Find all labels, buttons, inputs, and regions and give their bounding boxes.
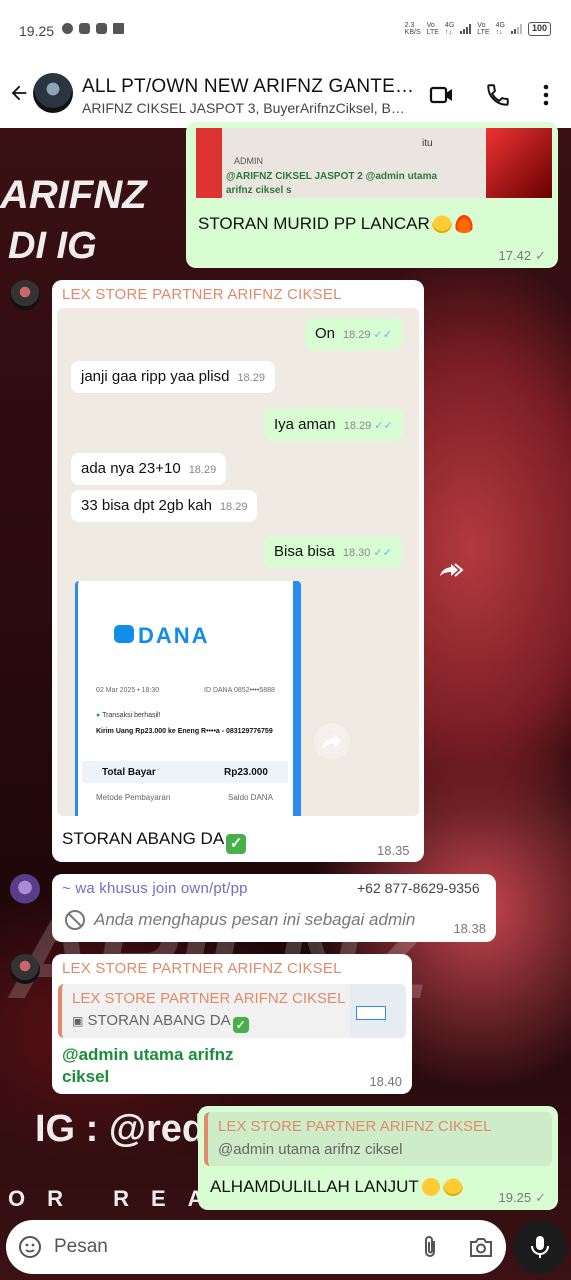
screenshot-message: ada nya 23+10 18.29 (71, 453, 227, 485)
deleted-message-text: Anda menghapus pesan ini sebagai admin (94, 910, 416, 929)
volte-indicator-2: Vo LTE (477, 22, 490, 36)
whatsapp-icon (62, 23, 73, 34)
back-arrow-icon[interactable] (8, 82, 30, 104)
sender-name[interactable]: ~ wa khusus join own/pt/pp (62, 880, 248, 897)
fire-emoji (453, 213, 474, 233)
message-text: ALHAMDULILLAH LANJUT (210, 1176, 463, 1197)
incoming-reply-message[interactable]: LEX STORE PARTNER ARIFNZ CIKSEL LEX STOR… (52, 954, 412, 1094)
screenshot-message: 33 bisa dpt 2gb kah 18.29 (71, 490, 258, 522)
check-mark-emoji: ✓ (226, 834, 247, 854)
forward-icon[interactable] (314, 723, 350, 759)
outgoing-message[interactable]: itu ADMIN @ARIFNZ CIKSEL JASPOT 2 @admin… (186, 122, 558, 268)
battery-icon: 100 (527, 22, 551, 36)
message-time: 18.35 (377, 843, 410, 858)
video-call-icon[interactable] (429, 82, 455, 108)
deleted-message[interactable]: ~ wa khusus join own/pt/pp +62 877-8629-… (52, 874, 496, 942)
outgoing-reply-message[interactable]: LEX STORE PARTNER ARIFNZ CIKSEL @admin u… (198, 1106, 558, 1210)
attach-icon[interactable] (418, 1234, 442, 1260)
group-avatar[interactable] (33, 73, 73, 113)
money-mouth-emoji (420, 1176, 441, 1196)
status-time: 19.25 (19, 23, 55, 39)
quoted-thumbnail (350, 984, 406, 1038)
microphone-button[interactable] (513, 1220, 567, 1274)
delivered-check-icon: ✓ (535, 1190, 546, 1205)
camera-icon[interactable] (468, 1235, 494, 1259)
shared-screenshot[interactable]: On 18.29 ✓✓ janji gaa ripp yaa plisd 18.29 … (57, 308, 419, 816)
network-speed: 2.3 KB/S (404, 22, 421, 36)
quoted-image: itu ADMIN @ARIFNZ CIKSEL JASPOT 2 @admin… (196, 128, 552, 198)
message-caption: STORAN ABANG DA ✓ (62, 829, 247, 854)
signal-icon (460, 24, 472, 34)
microphone-icon (531, 1236, 549, 1258)
sticker-icon[interactable] (18, 1235, 42, 1259)
message-meta: 19.25 ✓ (498, 1190, 546, 1205)
screenshot-message: Iya aman 18.29 ✓✓ (264, 409, 403, 441)
smiling-halo-emoji (442, 1176, 463, 1196)
check-mark-emoji: ✓ (232, 1017, 249, 1033)
screenshot-message: On 18.29 ✓✓ (305, 318, 402, 350)
wallpaper-text-ig: IG : @red (35, 1108, 206, 1150)
quoted-message[interactable]: LEX STORE PARTNER ARIFNZ CIKSEL ▣ STORAN… (58, 984, 406, 1038)
wallpaper-text-ready: OR REA (8, 1186, 226, 1211)
sender-avatar[interactable] (10, 954, 40, 984)
group-members[interactable]: ARIFNZ CIKSEL JASPOT 3, BuyerArifnzCikse… (82, 100, 412, 116)
signal-4g-1: 4G ↑↓ (444, 22, 455, 36)
sender-avatar[interactable] (10, 280, 40, 310)
signal-4g-2: 4G ↑↓ (495, 22, 505, 36)
message-meta: 17.42 ✓ (498, 248, 546, 263)
wallpaper-text-diig: DI IG (8, 225, 97, 267)
smiling-halo-emoji (431, 213, 452, 233)
message-time: 18.40 (369, 1074, 402, 1089)
dana-receipt: DANA 02 Mar 2025 • 18:30 ID DANA 0852•••… (75, 581, 301, 816)
message-time: 18.38 (453, 921, 486, 936)
message-input[interactable]: Pesan (54, 1236, 108, 1258)
image-icon: ▣ (72, 1014, 84, 1028)
status-bar: 19.25 2.3 KB/S Vo LTE 4G ↑↓ Vo LTE 4G ↑↓ 100 (0, 0, 571, 62)
group-title[interactable]: ALL PT/OWN NEW ARIFNZ GANTENG... (82, 76, 422, 98)
sender-name[interactable]: LEX STORE PARTNER ARIFNZ CIKSEL (62, 960, 342, 977)
voice-call-icon[interactable] (485, 82, 511, 108)
sender-phone[interactable]: +62 877-8629-9356 (357, 880, 480, 896)
capcut-icon (113, 23, 124, 34)
blocked-icon (65, 910, 85, 930)
notification-icons (62, 23, 124, 34)
more-options-icon[interactable] (533, 82, 559, 108)
screenshot-message: janji gaa ripp yaa plisd 18.29 (71, 361, 275, 393)
signal-icon-2 (510, 24, 522, 34)
sender-name[interactable]: LEX STORE PARTNER ARIFNZ CIKSEL (62, 286, 342, 303)
dana-logo-icon (114, 625, 134, 643)
screenshot-message: Bisa bisa 18.30 ✓✓ (264, 536, 402, 568)
wallpaper-text-arifnz: ARIFNZ (0, 173, 147, 217)
chat-header: ALL PT/OWN NEW ARIFNZ GANTENG... ARIFNZ … (0, 62, 571, 128)
system-indicators: 2.3 KB/S Vo LTE 4G ↑↓ Vo LTE 4G ↑↓ 100 (405, 22, 551, 36)
app-icon (79, 23, 90, 34)
volte-indicator-1: Vo LTE (426, 22, 439, 36)
quoted-message[interactable]: LEX STORE PARTNER ARIFNZ CIKSEL @admin u… (204, 1112, 552, 1166)
delivered-check-icon: ✓ (535, 248, 546, 263)
instagram-icon (96, 23, 107, 34)
mention-link[interactable]: @admin utama arifnz ciksel (62, 1044, 234, 1088)
dana-logo: DANA (138, 623, 210, 648)
forward-icon[interactable] (433, 552, 469, 588)
message-text: STORAN MURID PP LANCAR (198, 213, 474, 234)
message-composer[interactable]: Pesan (6, 1220, 506, 1274)
sender-avatar[interactable] (10, 874, 40, 904)
